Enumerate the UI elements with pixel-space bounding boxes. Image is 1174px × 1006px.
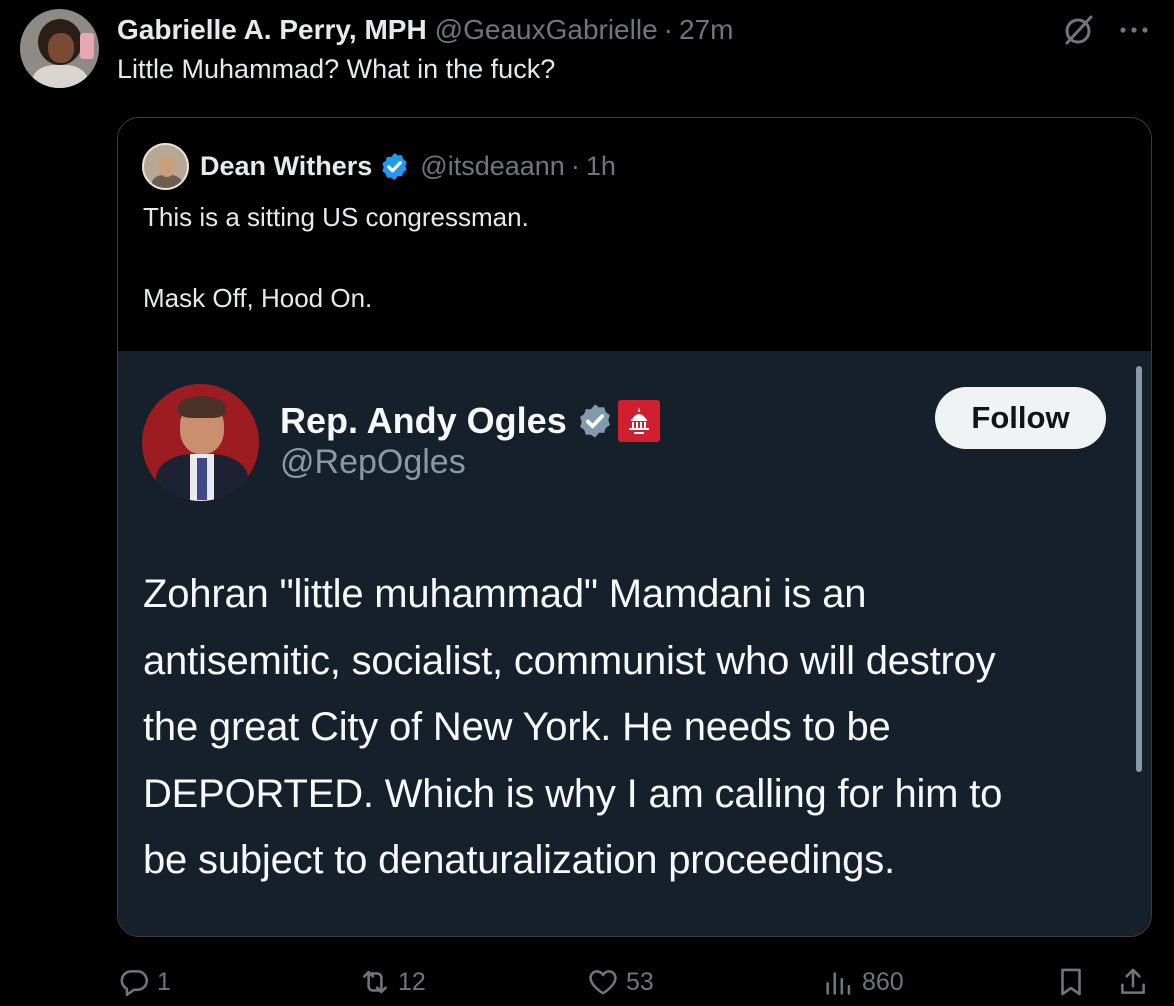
quoted-author-handle[interactable]: @itsdeaann: [420, 151, 565, 182]
repost-icon: [363, 970, 387, 994]
embedded-text-line: Zohran "little muhammad" Mamdani is an: [143, 572, 867, 616]
tweet-text: Little Muhammad? What in the fuck?: [117, 54, 556, 84]
embedded-post-text: Zohran "little muhammad" Mamdani is an a…: [143, 561, 1128, 894]
quoted-tweet-text-line: Mask Off, Hood On.: [143, 283, 373, 313]
views-button[interactable]: 860: [822, 958, 904, 1006]
like-button[interactable]: 53: [586, 958, 654, 1006]
embedded-text-line: the great City of New York. He needs to …: [143, 705, 891, 749]
quoted-tweet-text-line: This is a sitting US congressman.: [143, 202, 529, 232]
embedded-text-line: DEPORTED. Which is why I am calling for …: [143, 771, 1003, 816]
embedded-author-name: Rep. Andy Ogles: [280, 400, 567, 441]
quoted-tweet-time[interactable]: 1h: [586, 151, 616, 182]
tweet-header: Gabrielle A. Perry, MPH @GeauxGabrielle …: [117, 10, 733, 50]
author-handle[interactable]: @GeauxGabrielle: [435, 14, 658, 46]
follow-button: Follow: [935, 387, 1106, 449]
quoted-tweet[interactable]: Dean Withers @itsdeaann · 1h This is a s…: [117, 117, 1152, 937]
reply-icon: [120, 970, 149, 997]
author-avatar[interactable]: [20, 9, 99, 88]
verified-badge-icon: [382, 152, 407, 180]
tweet-time[interactable]: 27m: [679, 14, 733, 46]
verified-grey-badge-icon: [579, 404, 610, 438]
quoted-author-avatar[interactable]: [142, 143, 189, 190]
separator-dot: ·: [663, 14, 673, 45]
quoted-author-name[interactable]: Dean Withers: [200, 151, 372, 182]
embedded-author-handle: @RepOgles: [280, 443, 466, 481]
repost-count: 12: [398, 967, 426, 996]
embedded-scrollbar: [1136, 366, 1142, 772]
grok-icon[interactable]: [1060, 12, 1096, 48]
reply-count: 1: [157, 967, 171, 996]
like-count: 53: [626, 967, 654, 996]
reply-button[interactable]: 1: [117, 958, 171, 1006]
tweet-action-bar: 1 12 53 860: [0, 958, 1174, 1006]
quoted-tweet-header: Dean Withers @itsdeaann · 1h: [200, 146, 616, 186]
share-button[interactable]: [1116, 958, 1150, 1006]
embedded-text-line: be subject to denaturalization proceedin…: [143, 838, 895, 882]
embedded-author-avatar: [142, 384, 259, 501]
more-icon[interactable]: [1116, 12, 1152, 48]
gop-capitol-badge-icon: [617, 400, 660, 442]
embedded-post-screenshot: Rep. Andy Ogles @RepOgles Follow Zohran …: [118, 351, 1151, 936]
bookmark-icon: [1061, 968, 1081, 996]
views-icon: [826, 972, 851, 995]
bookmark-button[interactable]: [1054, 958, 1088, 1006]
separator-dot: ·: [570, 150, 580, 181]
share-icon: [1121, 968, 1145, 994]
embedded-name-row: Rep. Andy Ogles: [280, 396, 660, 446]
repost-button[interactable]: 12: [358, 958, 426, 1006]
embedded-text-line: antisemitic, socialist, communist who wi…: [143, 638, 996, 683]
heart-icon: [589, 970, 617, 995]
author-name[interactable]: Gabrielle A. Perry, MPH: [117, 14, 427, 46]
view-count: 860: [862, 967, 904, 996]
